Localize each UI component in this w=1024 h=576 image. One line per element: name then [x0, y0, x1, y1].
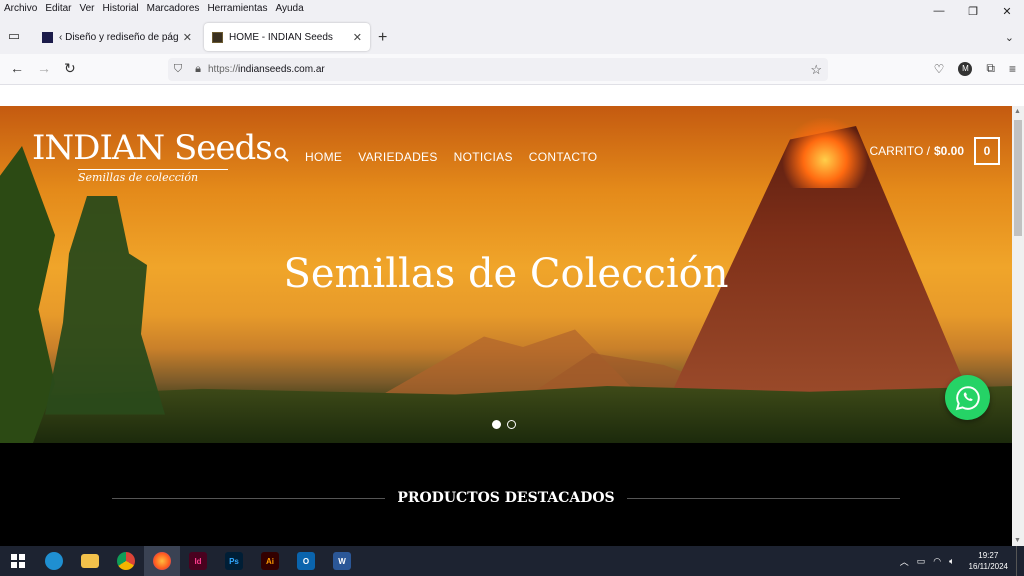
menu-marcadores[interactable]: Marcadores [143, 3, 204, 14]
tab-close-icon[interactable]: ✕ [353, 31, 362, 44]
taskbar-clock[interactable]: 19:27 16/11/2024 [969, 550, 1008, 572]
menu-editar[interactable]: Editar [41, 3, 75, 14]
windows-start-icon[interactable] [0, 546, 36, 576]
photoshop-icon[interactable]: Ps [216, 546, 252, 576]
tab-favicon-icon [42, 31, 53, 43]
system-tray: ︿ ▭ ◠ 🔈︎ 19:27 16/11/2024 [900, 546, 1020, 576]
url-host: indianseeds.com.ar [238, 64, 325, 75]
toolbar-actions: ♡ M ⧉ ≡ [934, 61, 1016, 76]
featured-products-section: PRODUCTOS DESTACADOS [0, 443, 1012, 546]
scroll-up-icon[interactable]: ▲ [1014, 108, 1021, 115]
volume-icon[interactable]: 🔈︎ [949, 556, 954, 567]
tab-favicon-icon [212, 31, 223, 43]
menu-historial[interactable]: Historial [99, 3, 143, 14]
battery-icon[interactable]: ▭ [917, 556, 926, 567]
heading-divider [112, 497, 386, 499]
lock-icon[interactable]: 🔒︎ [188, 63, 208, 76]
scrollbar-thumb[interactable] [1014, 120, 1022, 236]
hero-slider: INDIAN Seeds Semillas de colección HOME … [0, 106, 1012, 443]
indesign-icon[interactable]: Id [180, 546, 216, 576]
cart-label: CARRITO / [869, 144, 930, 158]
tab-diseno[interactable]: ‹ Diseño y rediseño de páginas ✕ [34, 23, 200, 51]
tab-title: HOME - INDIAN Seeds [229, 31, 333, 43]
hero-headline: Semillas de Colección [283, 251, 729, 297]
list-all-tabs-chevron-icon[interactable]: ⌄ [1005, 31, 1014, 44]
bookmark-star-icon[interactable]: ☆ [810, 62, 822, 78]
heading-divider [626, 497, 900, 499]
tab-close-icon[interactable]: ✕ [183, 31, 192, 44]
account-avatar-icon[interactable]: M [958, 61, 973, 76]
back-arrow-icon[interactable]: ← [10, 60, 24, 76]
section-heading: PRODUCTOS DESTACADOS [112, 490, 900, 506]
cart-count-badge: 0 [974, 137, 1000, 165]
edge-icon[interactable] [36, 546, 72, 576]
clock-time: 19:27 [978, 551, 999, 560]
illustrator-icon[interactable]: Ai [252, 546, 288, 576]
word-icon[interactable]: W [324, 546, 360, 576]
slider-dot-1[interactable] [492, 420, 501, 429]
notification-icon[interactable] [1016, 546, 1020, 576]
menu-herramientas[interactable]: Herramientas [203, 3, 271, 14]
extensions-icon[interactable]: ⧉ [986, 61, 995, 76]
outlook-icon[interactable]: O [288, 546, 324, 576]
nav-noticias[interactable]: NOTICIAS [454, 150, 513, 164]
clock-date: 16/11/2024 [968, 562, 1008, 571]
wifi-icon[interactable]: ◠ [933, 556, 941, 567]
url-protocol: https:// [208, 64, 239, 75]
menu-archivo[interactable]: Archivo [0, 3, 41, 14]
reload-icon[interactable]: ↻ [64, 60, 76, 77]
forward-arrow-icon[interactable]: → [37, 60, 51, 76]
nav-contacto[interactable]: CONTACTO [529, 150, 598, 164]
main-navigation: HOME VARIEDADES NOTICIAS CONTACTO [274, 147, 597, 166]
file-explorer-icon[interactable] [72, 546, 108, 576]
shield-icon[interactable]: ⛉ [168, 63, 188, 76]
windows-taskbar: Id Ps Ai O W ︿ ▭ ◠ 🔈︎ 19:27 16/11/2024 [0, 546, 1024, 576]
search-icon[interactable] [274, 147, 289, 166]
native-woman-illustration [45, 196, 165, 415]
tab-strip: ▭ ‹ Diseño y rediseño de páginas ✕ HOME … [0, 17, 1024, 54]
slider-dot-2[interactable] [507, 420, 516, 429]
lava-glow [780, 118, 870, 188]
logo-title: INDIAN Seeds [32, 128, 273, 168]
logo-subtitle: Semillas de colección [78, 169, 228, 184]
bookmarks-spacer [0, 85, 1024, 106]
firefox-view-icon[interactable]: ▭ [6, 28, 22, 44]
firefox-icon[interactable] [144, 546, 180, 576]
new-tab-plus-icon[interactable]: + [378, 29, 387, 47]
slider-dots [492, 420, 516, 429]
menu-ayuda[interactable]: Ayuda [271, 3, 307, 14]
navigation-toolbar: ← → ↻ ⛉ 🔒︎ https:// indianseeds.com.ar ☆… [0, 54, 1024, 85]
url-bar[interactable]: ⛉ 🔒︎ https:// indianseeds.com.ar ☆ [168, 58, 828, 81]
nav-home[interactable]: HOME [305, 150, 342, 164]
tray-chevron-up-icon[interactable]: ︿ [900, 555, 909, 568]
menu-ver[interactable]: Ver [75, 3, 98, 14]
scroll-down-icon[interactable]: ▼ [1014, 537, 1021, 544]
page-viewport: INDIAN Seeds Semillas de colección HOME … [0, 106, 1012, 546]
cart-amount: $0.00 [933, 144, 964, 158]
section-title: PRODUCTOS DESTACADOS [397, 490, 615, 506]
whatsapp-icon [955, 385, 980, 410]
hamburger-menu-icon[interactable]: ≡ [1009, 62, 1016, 76]
nav-variedades[interactable]: VARIEDADES [358, 150, 437, 164]
site-logo[interactable]: INDIAN Seeds Semillas de colección [32, 128, 273, 185]
tab-indian-seeds[interactable]: HOME - INDIAN Seeds ✕ [204, 23, 370, 51]
cart-link[interactable]: CARRITO / $0.00 0 [870, 137, 1000, 165]
page-scrollbar[interactable]: ▲ ▼ [1012, 106, 1024, 546]
tab-title: ‹ Diseño y rediseño de páginas [59, 31, 179, 43]
chrome-icon[interactable] [108, 546, 144, 576]
pocket-icon[interactable]: ♡ [934, 62, 945, 76]
menu-bar: Archivo Editar Ver Historial Marcadores … [0, 0, 1024, 17]
whatsapp-button[interactable] [945, 375, 990, 420]
